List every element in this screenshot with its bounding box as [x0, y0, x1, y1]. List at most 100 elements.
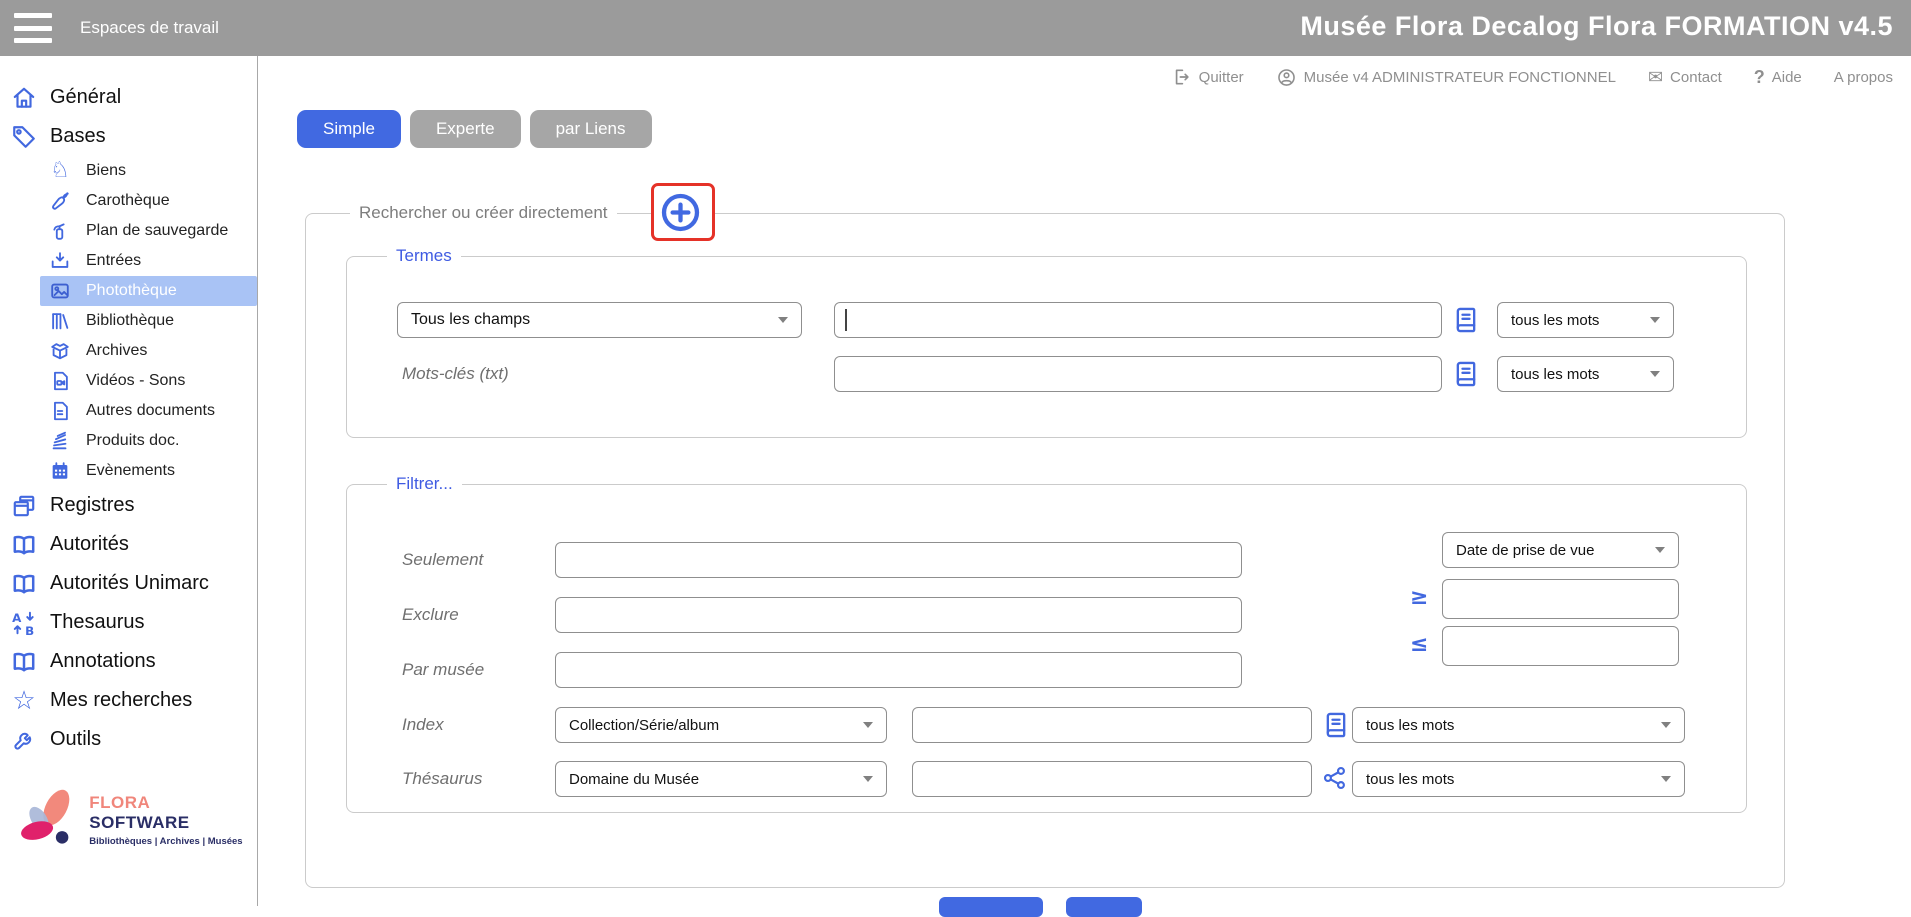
thesaurus-type-select[interactable]: Domaine du Musée: [555, 761, 887, 797]
open-book-icon: [10, 648, 38, 676]
field-scope-select[interactable]: Tous les champs: [397, 302, 802, 338]
only-input[interactable]: [555, 542, 1242, 578]
greater-equal-toggle[interactable]: ≥: [1410, 585, 1428, 610]
sidebar-item-entrees[interactable]: Entrées: [0, 246, 257, 276]
chevron-down-icon: [1650, 317, 1660, 323]
home-icon: [10, 84, 38, 112]
archive-box-icon: [48, 339, 72, 363]
tab-par-liens[interactable]: par Liens: [530, 110, 652, 148]
index-input[interactable]: [912, 707, 1312, 743]
hierarchy-share-icon[interactable]: [1322, 765, 1350, 793]
sidebar-item-bases[interactable]: Bases: [0, 117, 257, 156]
svg-text:B: B: [25, 623, 34, 635]
museum-label: Par musée: [402, 660, 484, 680]
sidebar-item-archives[interactable]: Archives: [0, 336, 257, 366]
utility-bar: Quitter Musée v4 ADMINISTRATEUR FONCTION…: [1172, 62, 1893, 92]
search-panel: Rechercher ou créer directement Termes T…: [305, 213, 1785, 888]
index-lookup-icon[interactable]: [1322, 711, 1350, 739]
bottom-action-button-left[interactable]: [939, 897, 1043, 917]
index-label: Index: [402, 715, 444, 735]
sidebar-item-evenements[interactable]: Evènements: [0, 456, 257, 486]
about-link[interactable]: A propos: [1834, 69, 1893, 86]
date-from-input[interactable]: [1442, 579, 1679, 619]
chevron-down-icon: [863, 722, 873, 728]
thesaurus-label: Thésaurus: [402, 769, 482, 789]
hamburger-menu-icon[interactable]: [14, 13, 52, 43]
sidebar-item-autres-documents[interactable]: Autres documents: [0, 396, 257, 426]
sidebar-item-outils[interactable]: Outils: [0, 720, 257, 759]
filter-legend: Filtrer...: [387, 474, 462, 494]
tag-icon: [10, 123, 38, 151]
chevron-down-icon: [778, 317, 788, 323]
keywords-input[interactable]: [834, 356, 1442, 392]
bottom-action-button-right[interactable]: [1066, 897, 1142, 917]
flora-flower-icon: [14, 785, 83, 855]
sidebar-item-registres[interactable]: Registres: [0, 486, 257, 525]
tab-experte[interactable]: Experte: [410, 110, 521, 148]
sidebar-item-mes-recherches[interactable]: ☆ Mes recherches: [0, 681, 257, 720]
exclude-field: [555, 597, 1242, 633]
registers-icon: [10, 492, 38, 520]
sidebar-item-autorites-unimarc[interactable]: Autorités Unimarc: [0, 564, 257, 603]
date-from-field: [1442, 579, 1679, 619]
chevron-down-icon: [863, 776, 873, 782]
exclude-input[interactable]: [555, 597, 1242, 633]
video-file-icon: [48, 369, 72, 393]
contact-link[interactable]: ✉ Contact: [1648, 68, 1722, 86]
sidebar-item-carotheque[interactable]: Carothèque: [0, 186, 257, 216]
chess-knight-icon: ♘: [48, 159, 72, 183]
sidebar-divider: [257, 56, 258, 906]
date-to-input[interactable]: [1442, 626, 1679, 666]
sidebar-item-videos-sons[interactable]: Vidéos - Sons: [0, 366, 257, 396]
question-icon: ?: [1754, 67, 1765, 88]
workspace-label: Espaces de travail: [80, 18, 219, 38]
sidebar-item-phototheque[interactable]: Photothèque: [40, 276, 257, 306]
chevron-down-icon: [1661, 776, 1671, 782]
quit-link[interactable]: Quitter: [1172, 67, 1244, 87]
museum-field: [555, 652, 1242, 688]
match-mode-select-2[interactable]: tous les mots: [1497, 356, 1674, 392]
search-term-input[interactable]: [834, 302, 1442, 338]
sidebar-item-produits-doc[interactable]: Produits doc.: [0, 426, 257, 456]
plus-circle-icon: [659, 191, 702, 234]
termes-legend: Termes: [387, 246, 461, 266]
match-mode-select-1[interactable]: tous les mots: [1497, 302, 1674, 338]
index-lookup-icon[interactable]: [1452, 306, 1480, 334]
help-link[interactable]: ? Aide: [1754, 67, 1802, 88]
match-mode-select-4[interactable]: tous les mots: [1352, 761, 1685, 797]
calendar-icon: [48, 459, 72, 483]
sidebar-item-autorites[interactable]: Autorités: [0, 525, 257, 564]
index-lookup-icon[interactable]: [1452, 360, 1480, 388]
open-book-icon: [10, 570, 38, 598]
tab-simple[interactable]: Simple: [297, 110, 401, 148]
create-plus-button[interactable]: [659, 191, 702, 234]
sidebar-item-annotations[interactable]: Annotations: [0, 642, 257, 681]
index-field: [912, 707, 1312, 743]
sidebar-item-plan-sauvegarde[interactable]: Plan de sauvegarde: [0, 216, 257, 246]
search-panel-legend: Rechercher ou créer directement: [350, 203, 617, 223]
library-books-icon: [48, 309, 72, 333]
museum-input[interactable]: [555, 652, 1242, 688]
sidebar-item-biens[interactable]: ♘ Biens: [0, 156, 257, 186]
text-cursor: [845, 309, 847, 331]
thesaurus-input[interactable]: [912, 761, 1312, 797]
only-field: [555, 542, 1242, 578]
sidebar-item-bibliotheque[interactable]: Bibliothèque: [0, 306, 257, 336]
app-header: Espaces de travail Musée Flora Decalog F…: [0, 0, 1911, 56]
termes-section: Termes Tous les champs tous les mots Mot…: [346, 256, 1747, 438]
index-type-select[interactable]: Collection/Série/album: [555, 707, 887, 743]
keywords-field: [834, 356, 1442, 392]
match-mode-select-3[interactable]: tous les mots: [1352, 707, 1685, 743]
svg-text:A: A: [12, 610, 22, 624]
user-account[interactable]: Musée v4 ADMINISTRATEUR FONCTIONNEL: [1276, 67, 1616, 88]
less-equal-toggle[interactable]: ≤: [1410, 632, 1428, 657]
logout-icon: [1172, 67, 1192, 87]
sidebar-item-thesaurus[interactable]: AB Thesaurus: [0, 603, 257, 642]
date-field-select[interactable]: Date de prise de vue: [1442, 532, 1679, 568]
sort-ab-icon: AB: [10, 609, 38, 637]
sidebar-item-general[interactable]: Général: [0, 78, 257, 117]
flora-software-logo: FLORA SOFTWARE Bibliothèques | Archives …: [14, 785, 249, 855]
chevron-down-icon: [1661, 722, 1671, 728]
envelope-icon: ✉: [1648, 68, 1663, 86]
inbox-download-icon: [48, 249, 72, 273]
